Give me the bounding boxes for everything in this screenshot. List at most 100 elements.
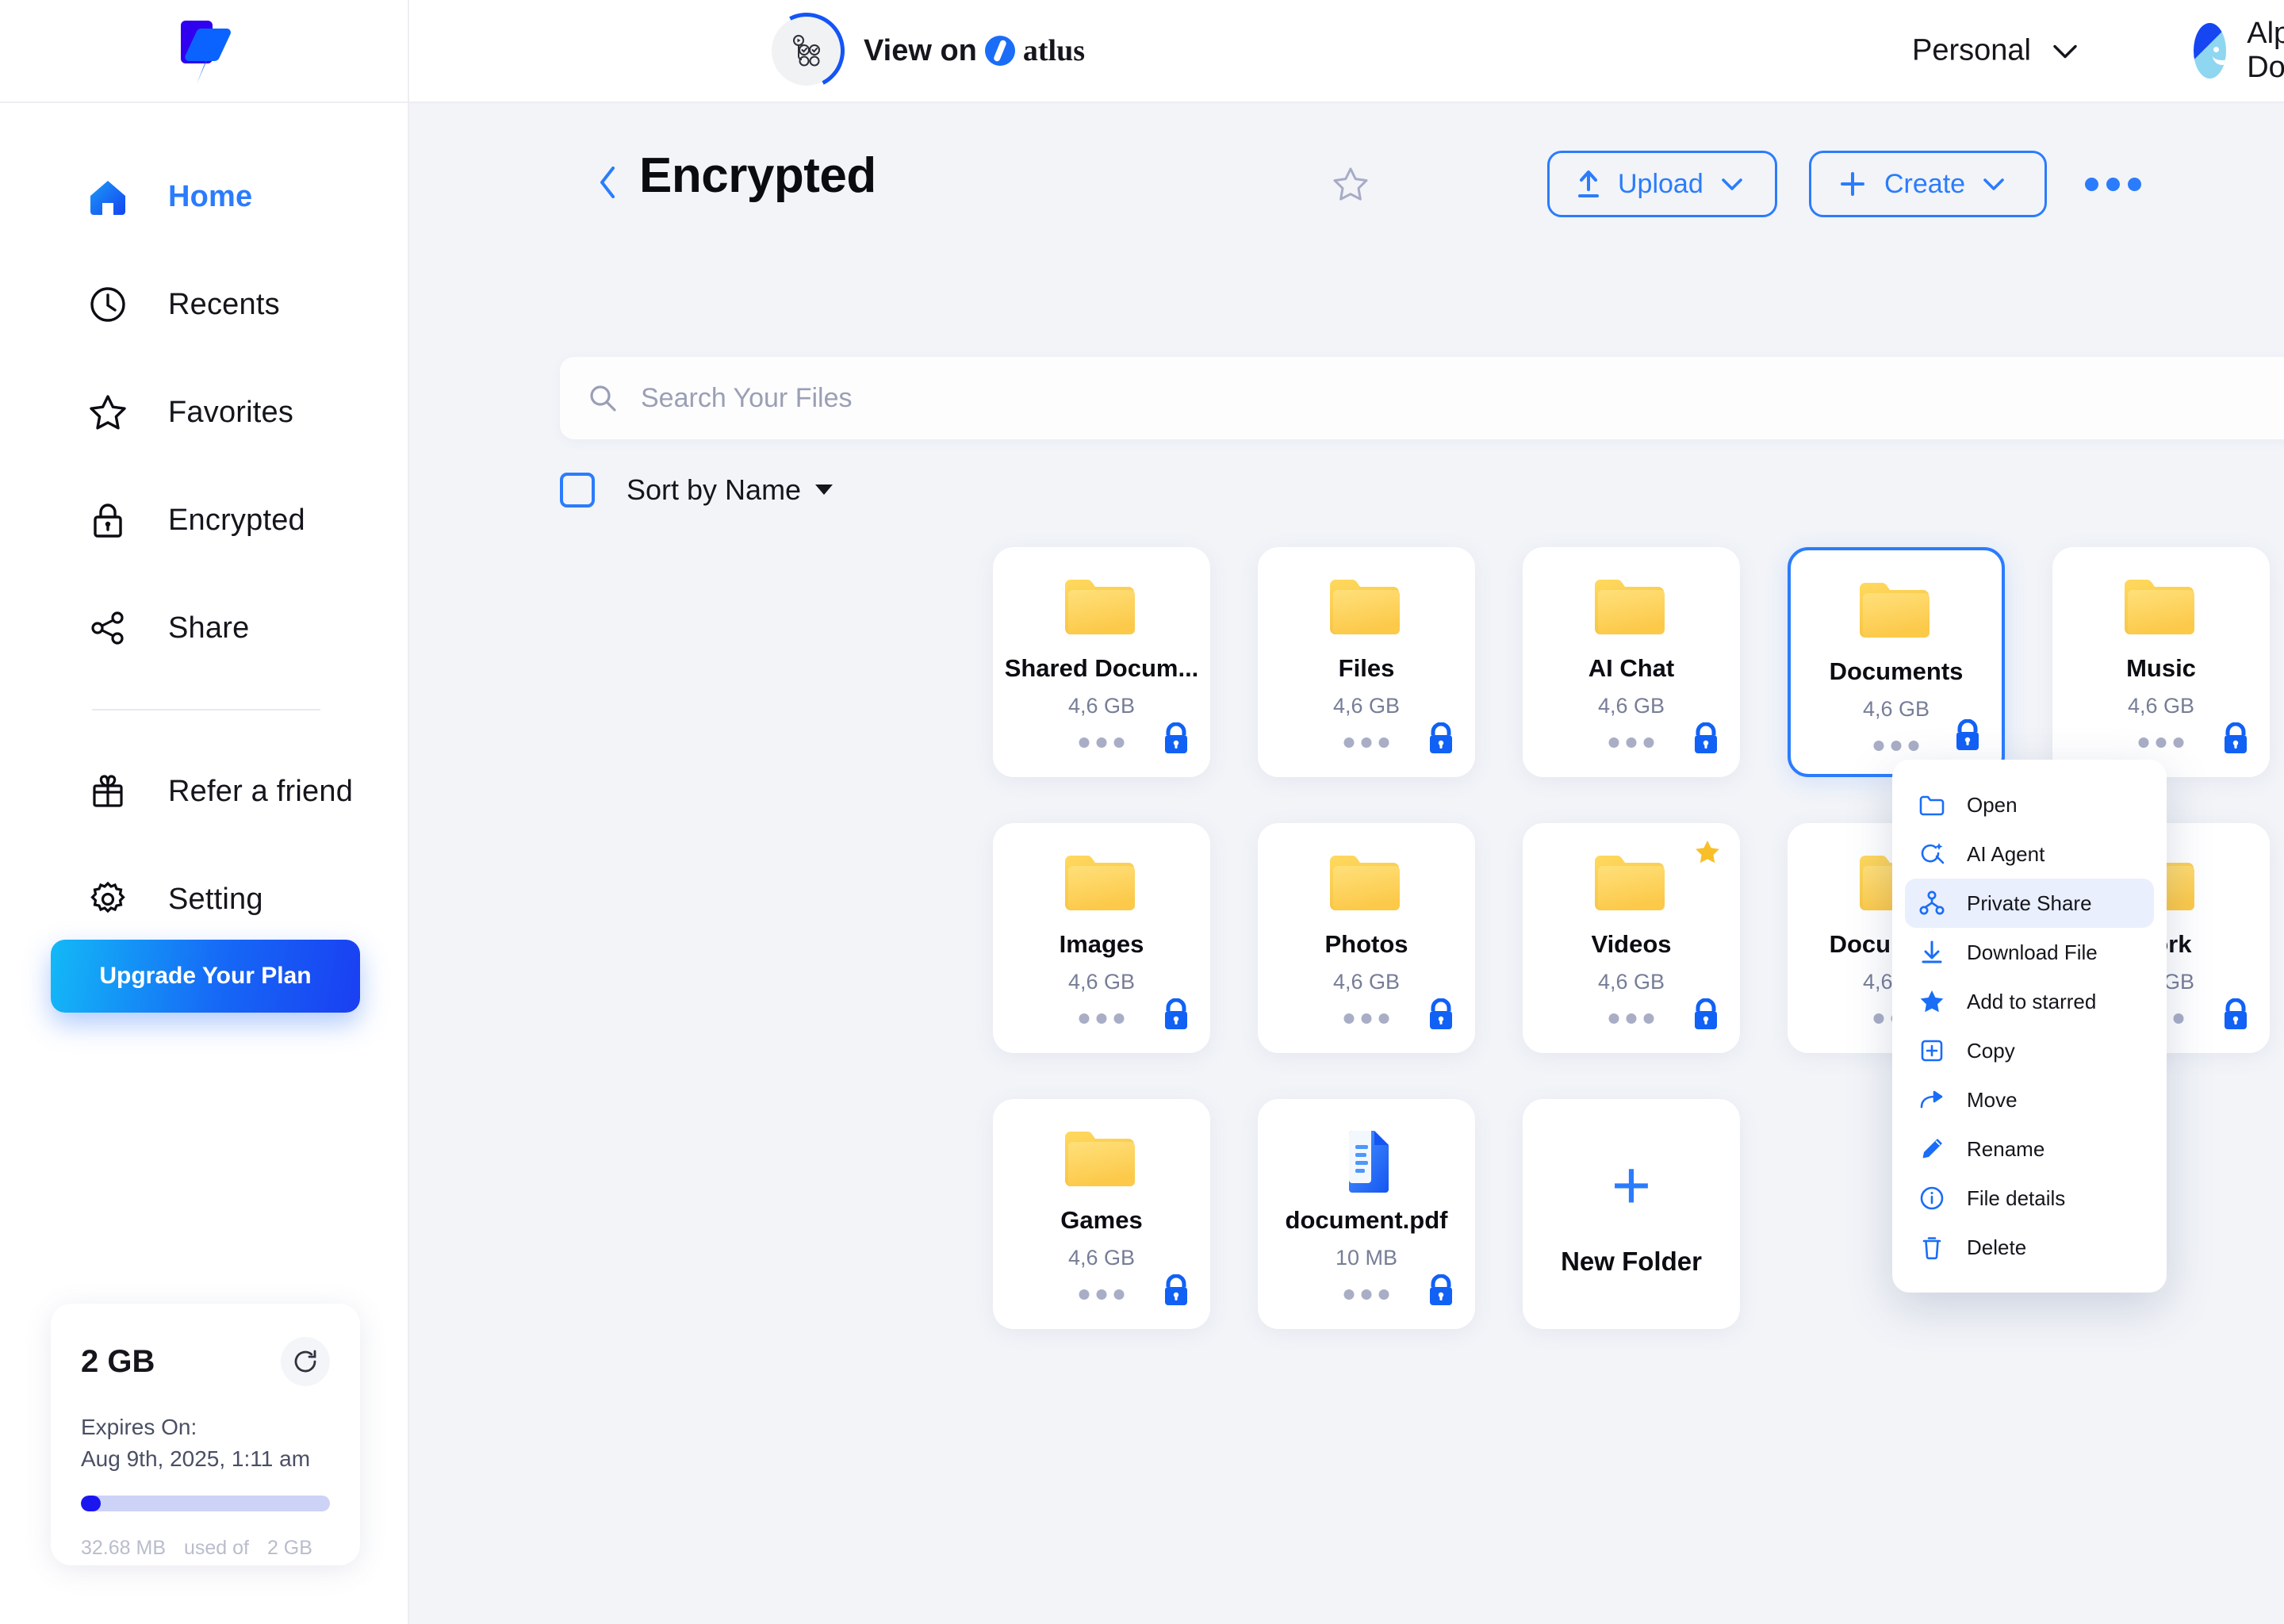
view-on-atlus-button[interactable]: View on atlus <box>758 2 1085 99</box>
sidebar-item-favorites[interactable]: Favorites <box>0 358 408 466</box>
storage-progress-bar <box>81 1496 330 1511</box>
star-filled-badge-icon <box>1696 841 1719 864</box>
card-more-options-button[interactable] <box>1079 1289 1125 1300</box>
new-folder-card[interactable]: + New Folder <box>1523 1099 1740 1329</box>
folder-icon <box>1595 856 1665 910</box>
page-actions: Upload Create <box>1547 151 2141 217</box>
card-more-options-button[interactable] <box>1608 737 1654 748</box>
card-name: Photos <box>1324 930 1408 958</box>
file-card[interactable]: document.pdf 10 MB <box>1258 1099 1475 1329</box>
favorite-page-button[interactable] <box>1331 165 1370 209</box>
user-menu[interactable]: Alpha Doe <box>2194 17 2284 85</box>
context-menu-item-label: Rename <box>1967 1136 2045 1161</box>
upgrade-plan-label: Upgrade Your Plan <box>99 963 312 989</box>
folder-card[interactable]: Videos 4,6 GB <box>1523 823 1740 1053</box>
folder-card[interactable]: Files 4,6 GB <box>1258 547 1475 777</box>
search-input[interactable] <box>641 357 2284 439</box>
context-menu-item-copy[interactable]: Copy <box>1905 1026 2154 1075</box>
info-icon <box>1918 1184 1946 1212</box>
context-menu-item-add-to-starred[interactable]: Add to starred <box>1905 977 2154 1026</box>
context-menu-item-label: Move <box>1967 1087 2018 1112</box>
storage-total-size: 2 GB <box>81 1343 155 1379</box>
file-grid-row: Shared Docum... 4,6 GB Files 4,6 GB AI C… <box>993 547 2284 777</box>
folder-card[interactable]: AI Chat 4,6 GB <box>1523 547 1740 777</box>
workspace-label: Personal <box>1912 33 2031 67</box>
card-name: Games <box>1060 1206 1143 1234</box>
encrypted-lock-badge <box>1691 722 1721 760</box>
ai-search-icon <box>1918 840 1946 868</box>
folder-card[interactable]: Music 4,6 GB <box>2052 547 2270 777</box>
card-more-options-button[interactable] <box>1343 1013 1389 1024</box>
card-name: Documents <box>1829 657 1964 685</box>
search-bar[interactable] <box>560 357 2284 439</box>
card-more-options-button[interactable] <box>1343 1289 1389 1300</box>
card-more-options-button[interactable] <box>1873 741 1919 751</box>
encrypted-lock-badge <box>1691 998 1721 1036</box>
card-name: document.pdf <box>1285 1206 1448 1234</box>
create-button[interactable]: Create <box>1809 151 2047 217</box>
card-name: Images <box>1059 930 1144 958</box>
card-size: 4,6 GB <box>2127 694 2195 718</box>
storage-card: 2 GB Expires On: Aug 9th, 2025, 1:11 am … <box>51 1304 360 1565</box>
sidebar-item-recents[interactable]: Recents <box>0 251 408 358</box>
workspace-selector[interactable]: Personal <box>1912 34 2079 68</box>
lock-badge-icon <box>1165 1274 1187 1305</box>
pdf-file-icon <box>1349 1131 1389 1193</box>
card-more-options-button[interactable] <box>1608 1013 1654 1024</box>
sidebar-item-home[interactable]: Home <box>0 143 408 251</box>
star-outline-icon <box>1333 167 1368 201</box>
context-menu-item-download-file[interactable]: Download File <box>1905 928 2154 977</box>
sidebar-item-label: Favorites <box>168 395 294 429</box>
card-size: 4,6 GB <box>1332 970 1401 994</box>
sidebar-item-label: Setting <box>168 882 263 916</box>
context-menu-item-file-details[interactable]: File details <box>1905 1174 2154 1223</box>
clock-icon <box>87 284 128 325</box>
back-button[interactable] <box>592 165 623 200</box>
app-logo[interactable] <box>0 0 408 103</box>
sort-dropdown[interactable]: Sort by Name <box>627 473 834 507</box>
download-icon <box>1918 938 1946 967</box>
sidebar-item-encrypted[interactable]: Encrypted <box>0 466 408 574</box>
sidebar-item-setting[interactable]: Setting <box>0 845 408 953</box>
context-menu-item-rename[interactable]: Rename <box>1905 1124 2154 1174</box>
card-more-options-button[interactable] <box>1079 1013 1125 1024</box>
encrypted-lock-badge <box>1426 998 1456 1036</box>
context-menu-item-delete[interactable]: Delete <box>1905 1223 2154 1272</box>
folder-card[interactable]: Photos 4,6 GB <box>1258 823 1475 1053</box>
folder-card[interactable]: Documents 4,6 GB <box>1788 547 2005 777</box>
folder-card[interactable]: Shared Docum... 4,6 GB <box>993 547 1210 777</box>
context-menu-item-open[interactable]: Open <box>1905 780 2154 829</box>
atlus-logo-icon <box>984 36 1015 66</box>
folder-thumbnail <box>1325 852 1408 917</box>
plus-icon: + <box>1611 1147 1652 1224</box>
atlus-workflow-icon <box>758 2 855 99</box>
refresh-storage-button[interactable] <box>281 1337 330 1386</box>
card-more-options-button[interactable] <box>1343 737 1389 748</box>
folder-card[interactable]: Images 4,6 GB <box>993 823 1210 1053</box>
storage-expires-date: Aug 9th, 2025, 1:11 am <box>81 1446 311 1471</box>
avatar <box>2194 23 2227 79</box>
folder-icon <box>1065 856 1135 910</box>
select-all-checkbox[interactable] <box>560 472 595 508</box>
more-options-button[interactable] <box>2079 177 2141 191</box>
card-name: Videos <box>1591 930 1672 958</box>
star-filled-icon <box>1918 987 1946 1016</box>
folder-thumbnail <box>1590 852 1673 917</box>
encrypted-lock-badge <box>1161 722 1191 760</box>
sidebar-item-refer-a-friend[interactable]: Refer a friend <box>0 737 408 845</box>
context-menu-item-move[interactable]: Move <box>1905 1075 2154 1124</box>
folder-thumbnail <box>2120 576 2202 641</box>
upload-button[interactable]: Upload <box>1547 151 1777 217</box>
sidebar-item-share[interactable]: Share <box>0 574 408 682</box>
folder-card[interactable]: Games 4,6 GB <box>993 1099 1210 1329</box>
context-menu-item-ai-agent[interactable]: AI Agent <box>1905 829 2154 879</box>
sidebar-item-label: Refer a friend <box>168 774 354 808</box>
context-menu-item-private-share[interactable]: Private Share <box>1905 879 2154 928</box>
share-icon <box>87 607 128 649</box>
card-more-options-button[interactable] <box>1079 737 1125 748</box>
upgrade-plan-button[interactable]: Upgrade Your Plan <box>51 940 360 1013</box>
lock-icon <box>87 500 128 541</box>
card-more-options-button[interactable] <box>2138 737 2184 748</box>
context-menu-item-label: Download File <box>1967 940 2098 964</box>
search-icon <box>590 385 616 412</box>
